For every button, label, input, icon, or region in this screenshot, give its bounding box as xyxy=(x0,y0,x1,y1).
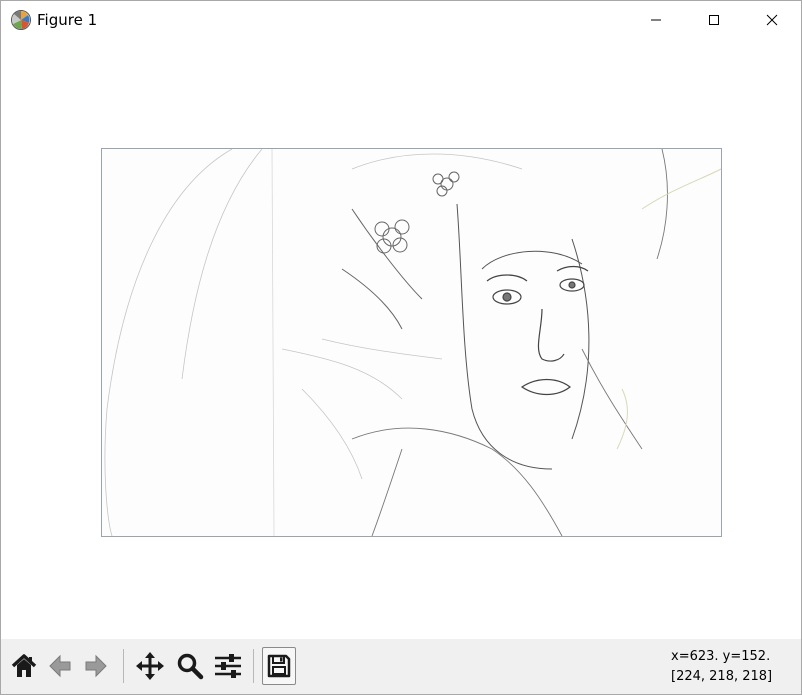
forward-button[interactable] xyxy=(79,647,113,685)
navigation-toolbar: x=623. y=152. [224, 218, 218] xyxy=(1,639,801,694)
figure-canvas[interactable] xyxy=(1,39,801,639)
coords-pixel-value: [224, 218, 218] xyxy=(671,669,773,684)
coords-position: x=623. y=152. xyxy=(671,649,771,664)
axes-image[interactable] xyxy=(101,148,722,537)
maximize-icon xyxy=(709,15,719,25)
back-button[interactable] xyxy=(43,647,77,685)
toolbar-separator xyxy=(123,649,124,683)
close-button[interactable] xyxy=(743,1,801,39)
pencil-sketch-portrait-image xyxy=(102,149,721,536)
cursor-coordinates-readout: x=623. y=152. [224, 218, 218] xyxy=(671,647,781,687)
home-icon xyxy=(11,654,37,677)
sliders-icon xyxy=(215,654,241,678)
arrow-right-icon xyxy=(85,654,107,678)
magnifier-icon xyxy=(177,653,204,680)
window-title: Figure 1 xyxy=(37,11,98,29)
save-button[interactable] xyxy=(262,647,296,685)
floppy-disk-icon xyxy=(267,654,291,678)
maximize-button[interactable] xyxy=(685,1,743,39)
title-bar[interactable]: Figure 1 xyxy=(1,1,801,39)
minimize-button[interactable] xyxy=(627,1,685,39)
pan-button[interactable] xyxy=(133,647,167,685)
move-arrows-icon xyxy=(136,652,164,680)
zoom-button[interactable] xyxy=(173,647,207,685)
figure-window: Figure 1 x=623. y=152. [224, 218, 218] xyxy=(0,0,802,695)
arrow-left-icon xyxy=(49,654,71,678)
matplotlib-logo-icon xyxy=(10,9,32,31)
close-icon xyxy=(766,14,778,26)
toolbar-separator xyxy=(253,649,254,683)
configure-subplots-button[interactable] xyxy=(211,647,245,685)
minimize-icon xyxy=(651,19,661,21)
home-button[interactable] xyxy=(7,647,41,685)
